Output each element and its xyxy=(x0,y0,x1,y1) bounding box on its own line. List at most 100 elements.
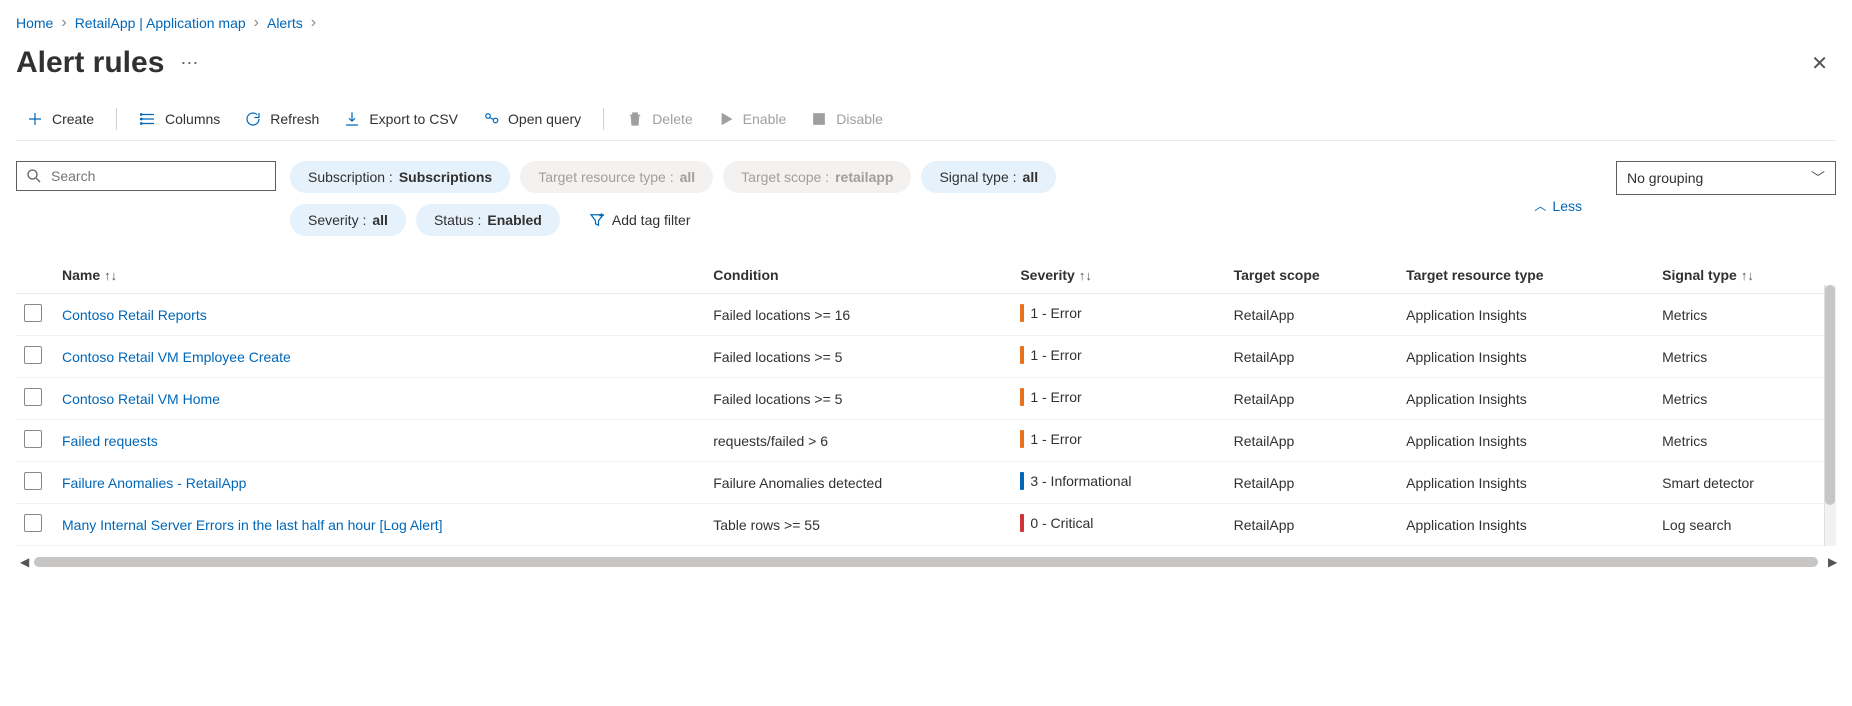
rule-resource-type: Application Insights xyxy=(1406,517,1527,533)
sort-icon: ↑↓ xyxy=(1079,268,1092,283)
rule-resource-type: Application Insights xyxy=(1406,475,1527,491)
play-icon xyxy=(717,110,735,128)
table-row: Failure Anomalies - RetailApp Failure Ano… xyxy=(16,462,1836,504)
grouping-select[interactable]: No grouping ﹀ xyxy=(1616,161,1836,195)
columns-icon xyxy=(139,110,157,128)
refresh-icon xyxy=(244,110,262,128)
row-checkbox[interactable] xyxy=(24,514,42,532)
rule-condition: requests/failed > 6 xyxy=(713,433,828,449)
row-checkbox[interactable] xyxy=(24,430,42,448)
scroll-right-icon[interactable]: ▶ xyxy=(1824,555,1836,569)
rule-scope: RetailApp xyxy=(1234,349,1295,365)
sort-icon: ↑↓ xyxy=(1741,268,1754,283)
trash-icon xyxy=(626,110,644,128)
scrollbar-horizontal[interactable]: ◀ ▶ xyxy=(16,554,1836,570)
less-toggle[interactable]: ︿ Less xyxy=(1534,161,1602,214)
rule-scope: RetailApp xyxy=(1234,391,1295,407)
scrollbar-vertical-thumb[interactable] xyxy=(1825,285,1835,505)
col-header-name[interactable]: Name↑↓ xyxy=(54,257,705,294)
search-field[interactable] xyxy=(49,167,267,185)
enable-button[interactable]: Enable xyxy=(707,104,797,134)
command-bar: Create Columns Refresh Export to CSV Ope… xyxy=(16,98,1836,141)
scroll-left-icon[interactable]: ◀ xyxy=(16,555,28,569)
severity-bar-icon xyxy=(1020,430,1024,448)
breadcrumb-alerts[interactable]: Alerts xyxy=(267,15,303,31)
filter-subscription[interactable]: Subscription : Subscriptions xyxy=(290,161,510,193)
download-icon xyxy=(343,110,361,128)
breadcrumb-home[interactable]: Home xyxy=(16,15,53,31)
rule-resource-type: Application Insights xyxy=(1406,391,1527,407)
rule-signal-type: Metrics xyxy=(1662,307,1707,323)
col-header-scope[interactable]: Target scope xyxy=(1226,257,1399,294)
add-tag-filter[interactable]: Add tag filter xyxy=(570,203,709,237)
rule-condition: Failure Anomalies detected xyxy=(713,475,882,491)
rule-signal-type: Metrics xyxy=(1662,349,1707,365)
delete-button[interactable]: Delete xyxy=(616,104,702,134)
rule-signal-type: Metrics xyxy=(1662,391,1707,407)
col-header-resource-type[interactable]: Target resource type xyxy=(1398,257,1654,294)
stop-icon xyxy=(810,110,828,128)
rule-name-link[interactable]: Failed requests xyxy=(62,433,158,449)
rule-scope: RetailApp xyxy=(1234,517,1295,533)
chevron-up-icon: ︿ xyxy=(1534,197,1546,214)
rule-resource-type: Application Insights xyxy=(1406,307,1527,323)
table-row: Failed requests requests/failed > 6 1 - Er… xyxy=(16,420,1836,462)
disable-button[interactable]: Disable xyxy=(800,104,893,134)
open-query-icon xyxy=(482,110,500,128)
search-input[interactable] xyxy=(16,161,276,191)
severity-bar-icon xyxy=(1020,388,1024,406)
sort-icon: ↑↓ xyxy=(104,268,117,283)
open-query-button[interactable]: Open query xyxy=(472,104,591,134)
columns-button[interactable]: Columns xyxy=(129,104,230,134)
chevron-right-icon: › xyxy=(254,14,259,32)
more-actions-icon[interactable]: ⋯ xyxy=(180,53,198,74)
plus-icon xyxy=(26,110,44,128)
filter-target-scope[interactable]: Target scope : retailapp xyxy=(723,161,911,193)
alert-rules-table: Name↑↓ Condition Severity↑↓ Target scope… xyxy=(16,257,1836,546)
rule-resource-type: Application Insights xyxy=(1406,349,1527,365)
row-checkbox[interactable] xyxy=(24,388,42,406)
scrollbar-horizontal-thumb[interactable] xyxy=(34,557,1818,567)
separator xyxy=(603,108,604,130)
search-icon xyxy=(25,167,43,185)
breadcrumb: Home › RetailApp | Application map › Ale… xyxy=(16,12,1836,42)
filter-severity[interactable]: Severity : all xyxy=(290,204,406,236)
severity-bar-icon xyxy=(1020,514,1024,532)
rule-condition: Failed locations >= 5 xyxy=(713,349,842,365)
rule-name-link[interactable]: Contoso Retail VM Employee Create xyxy=(62,349,291,365)
rule-resource-type: Application Insights xyxy=(1406,433,1527,449)
filter-signal-type[interactable]: Signal type : all xyxy=(921,161,1056,193)
severity-bar-icon xyxy=(1020,472,1024,490)
refresh-button[interactable]: Refresh xyxy=(234,104,329,134)
rule-name-link[interactable]: Contoso Retail Reports xyxy=(62,307,207,323)
close-icon[interactable]: ✕ xyxy=(1803,47,1836,80)
rule-name-link[interactable]: Many Internal Server Errors in the last … xyxy=(62,517,443,533)
row-checkbox[interactable] xyxy=(24,472,42,490)
breadcrumb-appmap[interactable]: RetailApp | Application map xyxy=(75,15,246,31)
col-header-severity[interactable]: Severity↑↓ xyxy=(1012,257,1225,294)
filter-pills: Subscription : Subscriptions Target reso… xyxy=(290,161,1110,237)
rule-name-link[interactable]: Contoso Retail VM Home xyxy=(62,391,220,407)
rule-name-link[interactable]: Failure Anomalies - RetailApp xyxy=(62,475,246,491)
severity-badge: 3 - Informational xyxy=(1020,472,1131,490)
filter-resource-type[interactable]: Target resource type : all xyxy=(520,161,713,193)
page-title: Alert rules xyxy=(16,46,164,80)
col-header-signal[interactable]: Signal type↑↓ xyxy=(1654,257,1836,294)
rule-condition: Table rows >= 55 xyxy=(713,517,820,533)
rule-signal-type: Smart detector xyxy=(1662,475,1754,491)
severity-bar-icon xyxy=(1020,346,1024,364)
create-button[interactable]: Create xyxy=(16,104,104,134)
table-row: Many Internal Server Errors in the last … xyxy=(16,504,1836,546)
table-row: Contoso Retail ReportsFailed locations >… xyxy=(16,294,1836,336)
filter-status[interactable]: Status : Enabled xyxy=(416,204,560,236)
row-checkbox[interactable] xyxy=(24,304,42,322)
col-header-condition[interactable]: Condition xyxy=(705,257,1012,294)
export-csv-button[interactable]: Export to CSV xyxy=(333,104,468,134)
severity-badge: 1 - Error xyxy=(1020,346,1081,364)
row-checkbox[interactable] xyxy=(24,346,42,364)
rule-signal-type: Log search xyxy=(1662,517,1731,533)
severity-badge: 1 - Error xyxy=(1020,430,1081,448)
rule-scope: RetailApp xyxy=(1234,433,1295,449)
severity-bar-icon xyxy=(1020,304,1024,322)
chevron-right-icon: › xyxy=(311,14,316,32)
